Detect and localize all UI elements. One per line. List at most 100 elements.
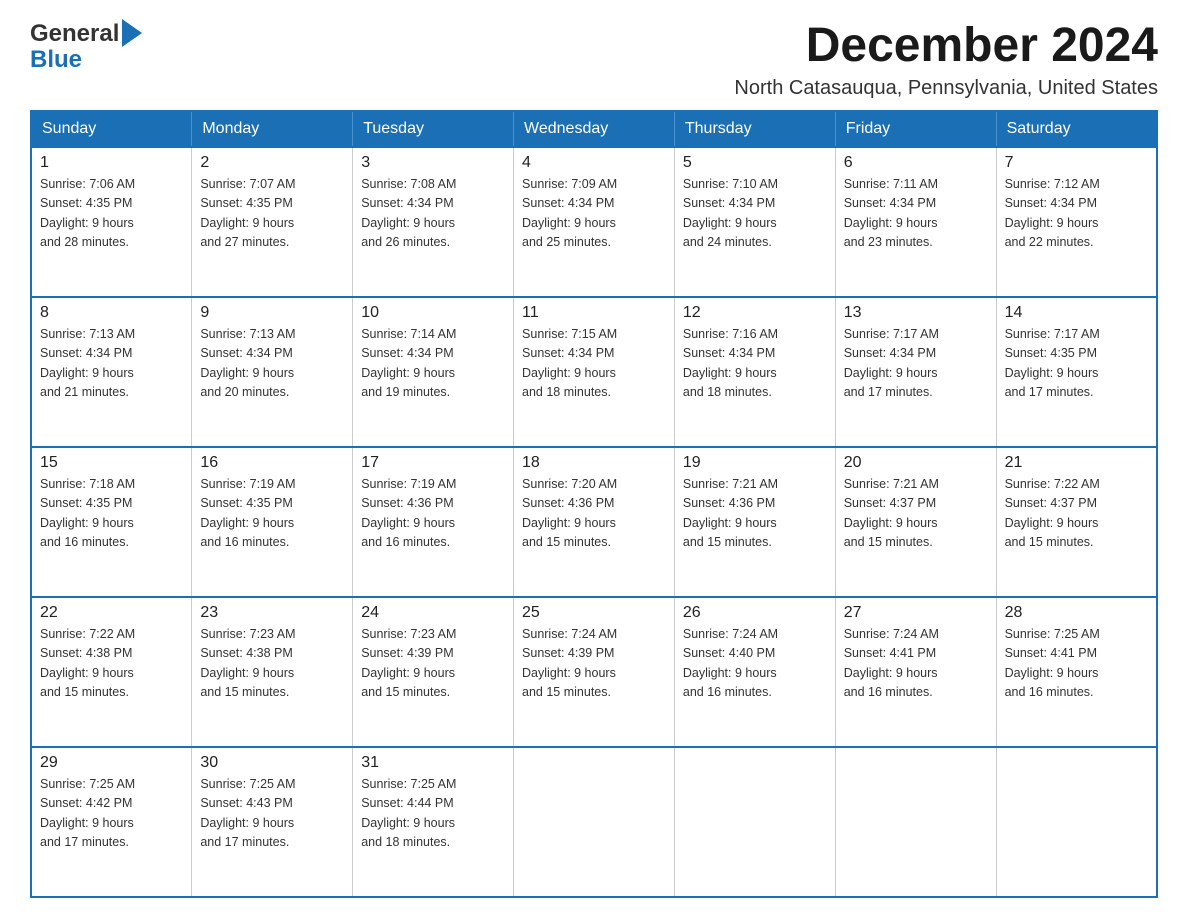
day-info: Sunrise: 7:24 AM Sunset: 4:39 PM Dayligh… bbox=[522, 625, 666, 703]
table-row: 5 Sunrise: 7:10 AM Sunset: 4:34 PM Dayli… bbox=[674, 147, 835, 297]
day-number: 18 bbox=[522, 454, 666, 472]
table-row: 21 Sunrise: 7:22 AM Sunset: 4:37 PM Dayl… bbox=[996, 447, 1157, 597]
col-tuesday: Tuesday bbox=[353, 111, 514, 147]
table-row: 13 Sunrise: 7:17 AM Sunset: 4:34 PM Dayl… bbox=[835, 297, 996, 447]
table-row: 25 Sunrise: 7:24 AM Sunset: 4:39 PM Dayl… bbox=[514, 597, 675, 747]
table-row: 17 Sunrise: 7:19 AM Sunset: 4:36 PM Dayl… bbox=[353, 447, 514, 597]
day-number: 28 bbox=[1005, 604, 1148, 622]
day-info: Sunrise: 7:17 AM Sunset: 4:34 PM Dayligh… bbox=[844, 325, 988, 403]
day-info: Sunrise: 7:21 AM Sunset: 4:36 PM Dayligh… bbox=[683, 475, 827, 553]
logo-general-text: General bbox=[30, 20, 119, 48]
day-number: 30 bbox=[200, 754, 344, 772]
logo: General Blue bbox=[30, 20, 142, 74]
table-row: 12 Sunrise: 7:16 AM Sunset: 4:34 PM Dayl… bbox=[674, 297, 835, 447]
day-info: Sunrise: 7:13 AM Sunset: 4:34 PM Dayligh… bbox=[200, 325, 344, 403]
day-number: 6 bbox=[844, 154, 988, 172]
table-row bbox=[674, 747, 835, 897]
day-number: 19 bbox=[683, 454, 827, 472]
table-row: 18 Sunrise: 7:20 AM Sunset: 4:36 PM Dayl… bbox=[514, 447, 675, 597]
table-row bbox=[996, 747, 1157, 897]
table-row: 9 Sunrise: 7:13 AM Sunset: 4:34 PM Dayli… bbox=[192, 297, 353, 447]
table-row: 10 Sunrise: 7:14 AM Sunset: 4:34 PM Dayl… bbox=[353, 297, 514, 447]
day-info: Sunrise: 7:13 AM Sunset: 4:34 PM Dayligh… bbox=[40, 325, 183, 403]
day-number: 17 bbox=[361, 454, 505, 472]
day-number: 27 bbox=[844, 604, 988, 622]
calendar-header: Sunday Monday Tuesday Wednesday Thursday… bbox=[31, 111, 1157, 147]
table-row: 3 Sunrise: 7:08 AM Sunset: 4:34 PM Dayli… bbox=[353, 147, 514, 297]
day-info: Sunrise: 7:06 AM Sunset: 4:35 PM Dayligh… bbox=[40, 175, 183, 253]
table-row: 22 Sunrise: 7:22 AM Sunset: 4:38 PM Dayl… bbox=[31, 597, 192, 747]
day-number: 1 bbox=[40, 154, 183, 172]
day-number: 14 bbox=[1005, 304, 1148, 322]
day-info: Sunrise: 7:10 AM Sunset: 4:34 PM Dayligh… bbox=[683, 175, 827, 253]
table-row: 14 Sunrise: 7:17 AM Sunset: 4:35 PM Dayl… bbox=[996, 297, 1157, 447]
table-row: 31 Sunrise: 7:25 AM Sunset: 4:44 PM Dayl… bbox=[353, 747, 514, 897]
col-monday: Monday bbox=[192, 111, 353, 147]
day-number: 13 bbox=[844, 304, 988, 322]
month-title: December 2024 bbox=[734, 20, 1158, 73]
day-info: Sunrise: 7:18 AM Sunset: 4:35 PM Dayligh… bbox=[40, 475, 183, 553]
day-info: Sunrise: 7:20 AM Sunset: 4:36 PM Dayligh… bbox=[522, 475, 666, 553]
table-row: 19 Sunrise: 7:21 AM Sunset: 4:36 PM Dayl… bbox=[674, 447, 835, 597]
day-number: 16 bbox=[200, 454, 344, 472]
day-number: 9 bbox=[200, 304, 344, 322]
day-info: Sunrise: 7:17 AM Sunset: 4:35 PM Dayligh… bbox=[1005, 325, 1148, 403]
day-info: Sunrise: 7:19 AM Sunset: 4:36 PM Dayligh… bbox=[361, 475, 505, 553]
day-number: 3 bbox=[361, 154, 505, 172]
table-row: 30 Sunrise: 7:25 AM Sunset: 4:43 PM Dayl… bbox=[192, 747, 353, 897]
table-row: 20 Sunrise: 7:21 AM Sunset: 4:37 PM Dayl… bbox=[835, 447, 996, 597]
calendar-week-row: 22 Sunrise: 7:22 AM Sunset: 4:38 PM Dayl… bbox=[31, 597, 1157, 747]
table-row: 29 Sunrise: 7:25 AM Sunset: 4:42 PM Dayl… bbox=[31, 747, 192, 897]
day-number: 10 bbox=[361, 304, 505, 322]
day-info: Sunrise: 7:21 AM Sunset: 4:37 PM Dayligh… bbox=[844, 475, 988, 553]
day-info: Sunrise: 7:24 AM Sunset: 4:41 PM Dayligh… bbox=[844, 625, 988, 703]
day-info: Sunrise: 7:25 AM Sunset: 4:42 PM Dayligh… bbox=[40, 775, 183, 853]
table-row: 6 Sunrise: 7:11 AM Sunset: 4:34 PM Dayli… bbox=[835, 147, 996, 297]
col-saturday: Saturday bbox=[996, 111, 1157, 147]
day-number: 5 bbox=[683, 154, 827, 172]
day-number: 11 bbox=[522, 304, 666, 322]
table-row: 1 Sunrise: 7:06 AM Sunset: 4:35 PM Dayli… bbox=[31, 147, 192, 297]
table-row bbox=[514, 747, 675, 897]
table-row: 28 Sunrise: 7:25 AM Sunset: 4:41 PM Dayl… bbox=[996, 597, 1157, 747]
day-number: 20 bbox=[844, 454, 988, 472]
day-info: Sunrise: 7:16 AM Sunset: 4:34 PM Dayligh… bbox=[683, 325, 827, 403]
logo-arrow-icon bbox=[122, 19, 142, 47]
day-number: 12 bbox=[683, 304, 827, 322]
table-row: 7 Sunrise: 7:12 AM Sunset: 4:34 PM Dayli… bbox=[996, 147, 1157, 297]
day-info: Sunrise: 7:23 AM Sunset: 4:39 PM Dayligh… bbox=[361, 625, 505, 703]
table-row: 24 Sunrise: 7:23 AM Sunset: 4:39 PM Dayl… bbox=[353, 597, 514, 747]
table-row: 8 Sunrise: 7:13 AM Sunset: 4:34 PM Dayli… bbox=[31, 297, 192, 447]
table-row: 11 Sunrise: 7:15 AM Sunset: 4:34 PM Dayl… bbox=[514, 297, 675, 447]
col-friday: Friday bbox=[835, 111, 996, 147]
day-number: 26 bbox=[683, 604, 827, 622]
col-thursday: Thursday bbox=[674, 111, 835, 147]
calendar-body: 1 Sunrise: 7:06 AM Sunset: 4:35 PM Dayli… bbox=[31, 147, 1157, 897]
day-number: 29 bbox=[40, 754, 183, 772]
day-number: 21 bbox=[1005, 454, 1148, 472]
day-info: Sunrise: 7:11 AM Sunset: 4:34 PM Dayligh… bbox=[844, 175, 988, 253]
col-wednesday: Wednesday bbox=[514, 111, 675, 147]
day-number: 22 bbox=[40, 604, 183, 622]
table-row bbox=[835, 747, 996, 897]
table-row: 26 Sunrise: 7:24 AM Sunset: 4:40 PM Dayl… bbox=[674, 597, 835, 747]
table-row: 2 Sunrise: 7:07 AM Sunset: 4:35 PM Dayli… bbox=[192, 147, 353, 297]
calendar-week-row: 8 Sunrise: 7:13 AM Sunset: 4:34 PM Dayli… bbox=[31, 297, 1157, 447]
day-info: Sunrise: 7:25 AM Sunset: 4:43 PM Dayligh… bbox=[200, 775, 344, 853]
day-number: 25 bbox=[522, 604, 666, 622]
day-number: 23 bbox=[200, 604, 344, 622]
day-info: Sunrise: 7:19 AM Sunset: 4:35 PM Dayligh… bbox=[200, 475, 344, 553]
calendar-week-row: 15 Sunrise: 7:18 AM Sunset: 4:35 PM Dayl… bbox=[31, 447, 1157, 597]
day-info: Sunrise: 7:22 AM Sunset: 4:38 PM Dayligh… bbox=[40, 625, 183, 703]
day-number: 31 bbox=[361, 754, 505, 772]
day-number: 8 bbox=[40, 304, 183, 322]
table-row: 4 Sunrise: 7:09 AM Sunset: 4:34 PM Dayli… bbox=[514, 147, 675, 297]
table-row: 23 Sunrise: 7:23 AM Sunset: 4:38 PM Dayl… bbox=[192, 597, 353, 747]
table-row: 16 Sunrise: 7:19 AM Sunset: 4:35 PM Dayl… bbox=[192, 447, 353, 597]
header: General Blue December 2024 North Catasau… bbox=[30, 20, 1158, 100]
day-info: Sunrise: 7:14 AM Sunset: 4:34 PM Dayligh… bbox=[361, 325, 505, 403]
table-row: 15 Sunrise: 7:18 AM Sunset: 4:35 PM Dayl… bbox=[31, 447, 192, 597]
day-header-row: Sunday Monday Tuesday Wednesday Thursday… bbox=[31, 111, 1157, 147]
day-info: Sunrise: 7:25 AM Sunset: 4:44 PM Dayligh… bbox=[361, 775, 505, 853]
page: General Blue December 2024 North Catasau… bbox=[0, 0, 1188, 918]
